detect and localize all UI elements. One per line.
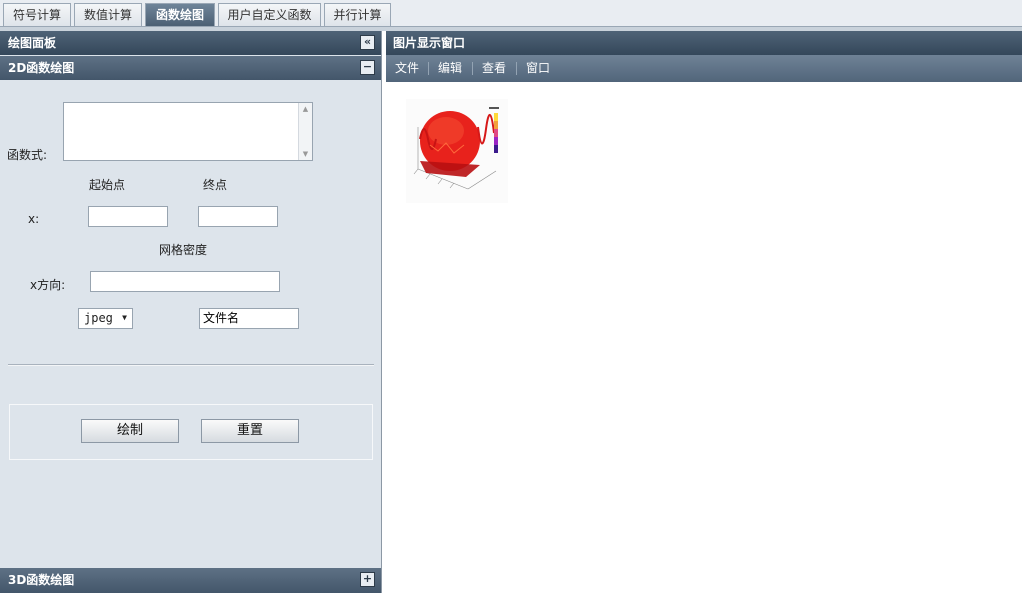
tab-user-functions[interactable]: 用户自定义函数 (218, 3, 321, 26)
image-display-window: 图片显示窗口 文件 编辑 查看 窗口 (386, 31, 1022, 593)
menu-edit[interactable]: 编辑 (438, 55, 462, 82)
triangle-down-icon: ▼ (122, 313, 127, 322)
section-2d-header[interactable]: 2D函数绘图 − (0, 56, 381, 80)
tab-parallel[interactable]: 并行计算 (324, 3, 391, 26)
plot-panel-title: 绘图面板 (8, 36, 57, 50)
image-window-header: 图片显示窗口 (386, 31, 1022, 55)
grid-density-label: 网格密度 (159, 243, 208, 257)
x-direction-input[interactable] (90, 271, 280, 292)
reset-button[interactable]: 重置 (201, 419, 299, 443)
tab-symbolic[interactable]: 符号计算 (3, 3, 71, 26)
x-end-input[interactable] (198, 206, 278, 227)
menu-separator (428, 62, 429, 75)
tab-numeric[interactable]: 数值计算 (74, 3, 142, 26)
plot-panel-header: 绘图面板 « (0, 31, 381, 55)
tab-bar: 符号计算 数值计算 函数绘图 用户自定义函数 并行计算 (0, 0, 1022, 27)
plot-thumbnail[interactable] (406, 99, 508, 203)
function-label: 函数式: (7, 148, 48, 162)
x-start-input[interactable] (88, 206, 168, 227)
double-chevron-left-icon[interactable]: « (360, 35, 375, 50)
start-label: 起始点 (89, 178, 126, 192)
tab-plotting[interactable]: 函数绘图 (145, 3, 215, 26)
menu-file[interactable]: 文件 (395, 55, 419, 82)
menu-view[interactable]: 查看 (482, 55, 506, 82)
format-select[interactable]: jpeg ▼ (78, 308, 133, 329)
section-3d-title: 3D函数绘图 (8, 573, 75, 587)
filename-input[interactable]: 文件名 (199, 308, 299, 329)
section-2d-title: 2D函数绘图 (8, 61, 75, 75)
function-scrollbar[interactable]: ▲ ▼ (298, 103, 312, 160)
image-window-menubar: 文件 编辑 查看 窗口 (386, 55, 1022, 82)
x-direction-label: x方向: (30, 278, 66, 292)
triangle-up-icon[interactable]: ▲ (299, 105, 312, 113)
x-label: x: (28, 212, 40, 226)
menu-window[interactable]: 窗口 (526, 55, 550, 82)
format-select-value: jpeg (84, 311, 113, 325)
function-input[interactable]: ▲ ▼ (63, 102, 313, 161)
triangle-down-icon[interactable]: ▼ (299, 150, 312, 158)
draw-button[interactable]: 绘制 (81, 419, 179, 443)
form-divider (8, 364, 374, 366)
end-label: 终点 (203, 178, 228, 192)
plot-panel: 绘图面板 « 2D函数绘图 − 函数式: ▲ ▼ 起始点 终点 x: 网格密度 … (0, 31, 382, 593)
plus-icon[interactable]: + (360, 572, 375, 587)
section-3d-header[interactable]: 3D函数绘图 + (0, 568, 381, 593)
image-window-title: 图片显示窗口 (393, 36, 466, 50)
action-button-group (9, 404, 373, 460)
menu-separator (472, 62, 473, 75)
menu-separator (516, 62, 517, 75)
minus-icon[interactable]: − (360, 60, 375, 75)
